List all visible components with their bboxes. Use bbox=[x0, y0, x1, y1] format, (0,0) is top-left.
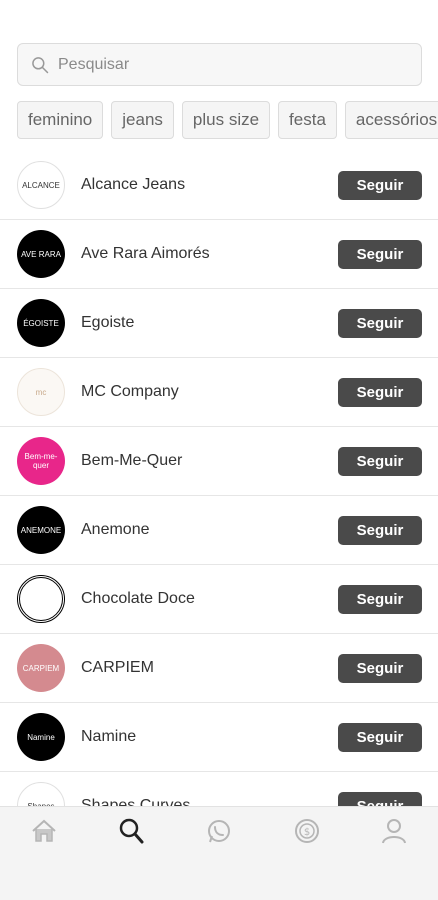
search-icon bbox=[120, 818, 144, 844]
store-name: Namine bbox=[81, 728, 137, 745]
follow-button[interactable]: Seguir bbox=[338, 377, 422, 407]
store-logo: ALCANCE bbox=[17, 161, 65, 209]
tab-search[interactable] bbox=[88, 807, 176, 900]
filter-chip[interactable]: acessórios bbox=[344, 101, 438, 139]
filter-chip[interactable]: festa bbox=[278, 101, 337, 139]
store-logo-text: Bem-me-quer bbox=[24, 452, 58, 470]
store-row[interactable]: Namine Namine Seguir bbox=[0, 703, 438, 772]
store-row[interactable]: Bem-me-quer Bem-Me-Quer Seguir bbox=[0, 427, 438, 496]
filter-chip[interactable]: plus size bbox=[181, 101, 271, 139]
store-row[interactable]: AVE RARA Ave Rara Aimorés Seguir bbox=[0, 220, 438, 289]
store-logo: ANEMONE bbox=[17, 506, 65, 554]
store-row[interactable]: Chocolate Doce Seguir bbox=[0, 565, 438, 634]
whatsapp-icon bbox=[207, 820, 230, 843]
follow-button[interactable]: Seguir bbox=[338, 584, 422, 614]
tab-whatsapp[interactable] bbox=[175, 807, 263, 900]
store-name: MC Company bbox=[81, 383, 179, 400]
svg-text:$: $ bbox=[303, 827, 309, 838]
store-logo: mc bbox=[17, 368, 65, 416]
follow-button[interactable]: Seguir bbox=[338, 722, 422, 752]
store-row[interactable]: mc MC Company Seguir bbox=[0, 358, 438, 427]
store-logo-text: AVE RARA bbox=[21, 249, 61, 259]
category-chips: feminino jeans plus size festa acessórios bbox=[17, 101, 438, 139]
filter-chip[interactable]: jeans bbox=[111, 101, 174, 139]
store-logo: CARPIEM bbox=[17, 644, 65, 692]
store-list: ALCANCE Alcance Jeans Seguir AVE RARA Ave Ra… bbox=[0, 151, 438, 806]
search-bar[interactable] bbox=[17, 43, 422, 86]
store-logo: Bem-me-quer bbox=[17, 437, 65, 485]
store-row[interactable]: ÉGOISTE Egoiste Seguir bbox=[0, 289, 438, 358]
store-row[interactable]: ANEMONE Anemone Seguir bbox=[0, 496, 438, 565]
store-name: Bem-Me-Quer bbox=[81, 452, 183, 469]
store-name: Chocolate Doce bbox=[81, 590, 195, 607]
profile-icon bbox=[382, 819, 407, 844]
store-logo-text: CARPIEM bbox=[22, 663, 60, 673]
store-row[interactable]: ALCANCE Alcance Jeans Seguir bbox=[0, 151, 438, 220]
bottom-tab-bar: $ bbox=[0, 806, 438, 900]
store-name: Shapes Curves bbox=[81, 797, 191, 806]
follow-button[interactable]: Seguir bbox=[338, 170, 422, 200]
store-name: Anemone bbox=[81, 521, 150, 538]
store-name: Alcance Jeans bbox=[81, 176, 186, 193]
store-row[interactable]: CARPIEM CARPIEM Seguir bbox=[0, 634, 438, 703]
store-logo: Namine bbox=[17, 713, 65, 761]
filter-chip[interactable]: feminino bbox=[17, 101, 104, 139]
cashback-icon: $ bbox=[294, 819, 319, 843]
follow-button[interactable]: Seguir bbox=[338, 446, 422, 476]
store-logo-text: ÉGOISTE bbox=[23, 318, 59, 328]
store-name: CARPIEM bbox=[81, 659, 154, 676]
store-name: Ave Rara Aimorés bbox=[81, 245, 210, 262]
home-icon bbox=[32, 819, 56, 842]
follow-button[interactable]: Seguir bbox=[338, 791, 422, 806]
follow-button[interactable]: Seguir bbox=[338, 239, 422, 269]
tab-cashback[interactable]: $ bbox=[263, 807, 351, 900]
store-logo-text: mc bbox=[35, 387, 47, 397]
store-name: Egoiste bbox=[81, 314, 135, 331]
store-logo: Shapes bbox=[17, 782, 65, 806]
store-logo bbox=[17, 575, 65, 623]
store-row[interactable]: Shapes Shapes Curves Seguir bbox=[0, 772, 438, 806]
store-logo-text: ALCANCE bbox=[22, 180, 60, 190]
search-icon bbox=[32, 56, 49, 73]
tab-home[interactable] bbox=[0, 807, 88, 900]
store-logo: AVE RARA bbox=[17, 230, 65, 278]
store-logo: ÉGOISTE bbox=[17, 299, 65, 347]
store-logo-text: ANEMONE bbox=[20, 525, 62, 535]
follow-button[interactable]: Seguir bbox=[338, 653, 422, 683]
tab-profile[interactable] bbox=[350, 807, 438, 900]
follow-button[interactable]: Seguir bbox=[338, 515, 422, 545]
store-logo-text: Namine bbox=[27, 732, 55, 742]
follow-button[interactable]: Seguir bbox=[338, 308, 422, 338]
search-input[interactable] bbox=[58, 55, 388, 74]
